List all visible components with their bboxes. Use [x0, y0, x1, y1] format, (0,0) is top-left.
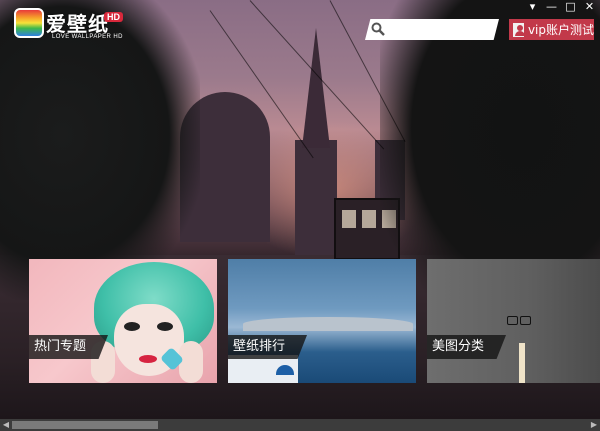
- scrollbar-thumb[interactable]: [12, 421, 158, 429]
- tile-image-lips: [139, 355, 157, 363]
- tile-image-eye: [124, 322, 140, 331]
- tile-wallpaper-ranking[interactable]: 壁纸排行: [228, 259, 416, 383]
- tile-hot-topics[interactable]: 热门专题: [29, 259, 217, 383]
- close-icon[interactable]: ✕: [583, 0, 596, 13]
- tile-image-eye: [157, 322, 173, 331]
- scroll-left-icon[interactable]: ◀: [0, 419, 12, 431]
- search-box[interactable]: [365, 19, 499, 40]
- tile-image-island: [243, 317, 413, 331]
- logo-icon: [14, 8, 44, 38]
- user-avatar-icon: [513, 22, 525, 37]
- tile-image-hand: [179, 341, 203, 383]
- tile-label: 美图分类: [427, 335, 507, 359]
- church-spire: [302, 28, 330, 148]
- account-label: vip账户测试: [527, 23, 594, 37]
- search-icon[interactable]: [371, 22, 385, 36]
- scroll-right-icon[interactable]: ▶: [588, 419, 600, 431]
- logo-subtitle: LOVE WALLPAPER HD: [52, 34, 123, 40]
- menu-dropdown-icon[interactable]: ▾: [526, 0, 539, 13]
- tile-image-glasses: [507, 316, 531, 325]
- trees-left: [0, 0, 200, 300]
- app-logo: 爱壁纸 HD LOVE WALLPAPER HD: [14, 6, 132, 44]
- account-button[interactable]: vip账户测试: [509, 19, 594, 40]
- horizontal-scrollbar[interactable]: ◀ ▶: [0, 419, 600, 431]
- window-controls: ▾ — □ ✕: [526, 0, 596, 13]
- tile-image-tie: [519, 343, 525, 383]
- tile-label: 热门专题: [29, 335, 109, 359]
- building-tower: [295, 140, 337, 260]
- tile-label: 壁纸排行: [228, 335, 308, 359]
- minimize-icon[interactable]: —: [545, 0, 558, 13]
- logo-hd-badge: HD: [104, 12, 123, 22]
- logo-text: 爱壁纸: [46, 12, 109, 36]
- search-input[interactable]: [389, 21, 493, 38]
- maximize-icon[interactable]: □: [564, 0, 577, 13]
- tile-image-categories[interactable]: 美图分类: [427, 259, 600, 383]
